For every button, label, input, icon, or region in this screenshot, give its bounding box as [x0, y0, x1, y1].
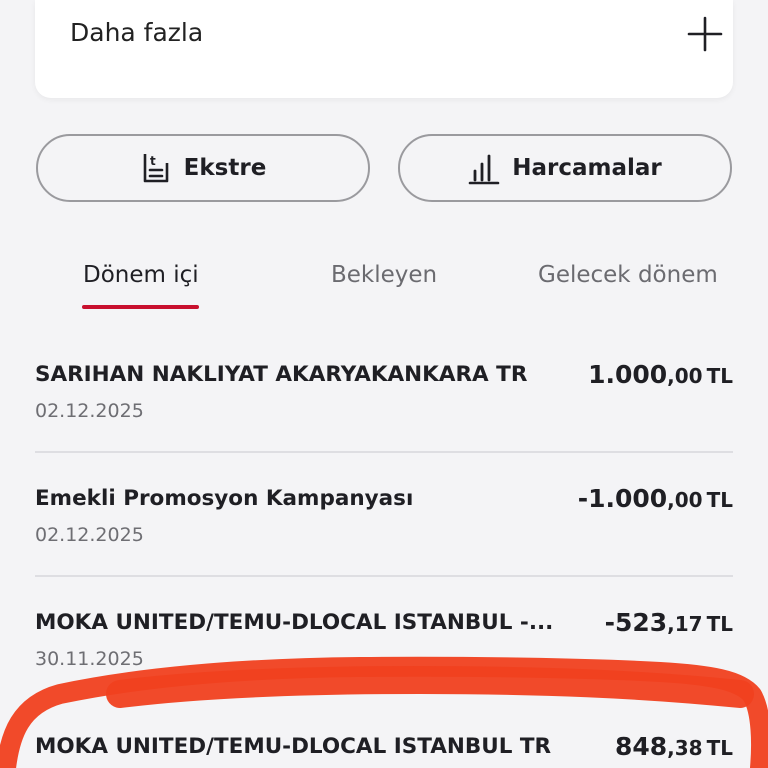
more-section-card[interactable]: Daha fazla: [35, 0, 733, 98]
transaction-amount: 848,38 TL: [615, 732, 733, 761]
row-divider: [35, 575, 733, 577]
statement-icon: t: [143, 154, 168, 183]
amount-fraction: ,00: [667, 488, 703, 512]
tab-pending[interactable]: Bekleyen: [331, 262, 437, 288]
plus-icon[interactable]: [687, 16, 723, 52]
app-screen: Daha fazla t Ekstre Harcamalar Dönem içi…: [0, 0, 768, 768]
amount-integer: 848: [614, 732, 668, 761]
svg-text:t: t: [150, 154, 156, 168]
amount-currency: TL: [706, 488, 733, 512]
amount-currency: TL: [706, 612, 733, 636]
amount-integer: 1.000: [588, 360, 668, 389]
amount-currency: TL: [706, 364, 733, 388]
statement-button[interactable]: t Ekstre: [36, 134, 370, 202]
transaction-amount: -1.000,00 TL: [578, 484, 733, 513]
row-divider: [35, 451, 733, 453]
amount-currency: TL: [706, 736, 733, 760]
transaction-date: 30.11.2025: [35, 648, 144, 670]
transaction-title: MOKA UNITED/TEMU-DLOCAL ISTANBUL TR: [35, 734, 552, 759]
tab-current-period[interactable]: Dönem içi: [83, 262, 199, 288]
active-tab-indicator: [82, 305, 199, 309]
amount-integer: -1.000: [577, 484, 668, 513]
transaction-title: SARIHAN NAKLIYAT AKARYAKANKARA TR: [35, 362, 528, 387]
spending-button[interactable]: Harcamalar: [398, 134, 732, 202]
transaction-date: 02.12.2025: [35, 400, 144, 422]
tab-next-period[interactable]: Gelecek dönem: [538, 262, 718, 288]
transaction-title: MOKA UNITED/TEMU-DLOCAL ISTANBUL -...: [35, 610, 554, 635]
statement-button-label: Ekstre: [183, 155, 267, 181]
spending-button-label: Harcamalar: [512, 155, 662, 181]
amount-integer: -523: [604, 608, 668, 637]
amount-fraction: ,38: [667, 736, 703, 760]
amount-fraction: ,00: [667, 364, 703, 388]
transaction-amount: 1.000,00 TL: [588, 360, 733, 389]
transaction-date: 02.12.2025: [35, 524, 144, 546]
bar-chart-icon: [468, 154, 500, 185]
transaction-amount: -523,17 TL: [605, 608, 733, 637]
amount-fraction: ,17: [667, 612, 703, 636]
more-section-label: Daha fazla: [70, 18, 204, 47]
transaction-title: Emekli Promosyon Kampanyası: [35, 486, 414, 511]
